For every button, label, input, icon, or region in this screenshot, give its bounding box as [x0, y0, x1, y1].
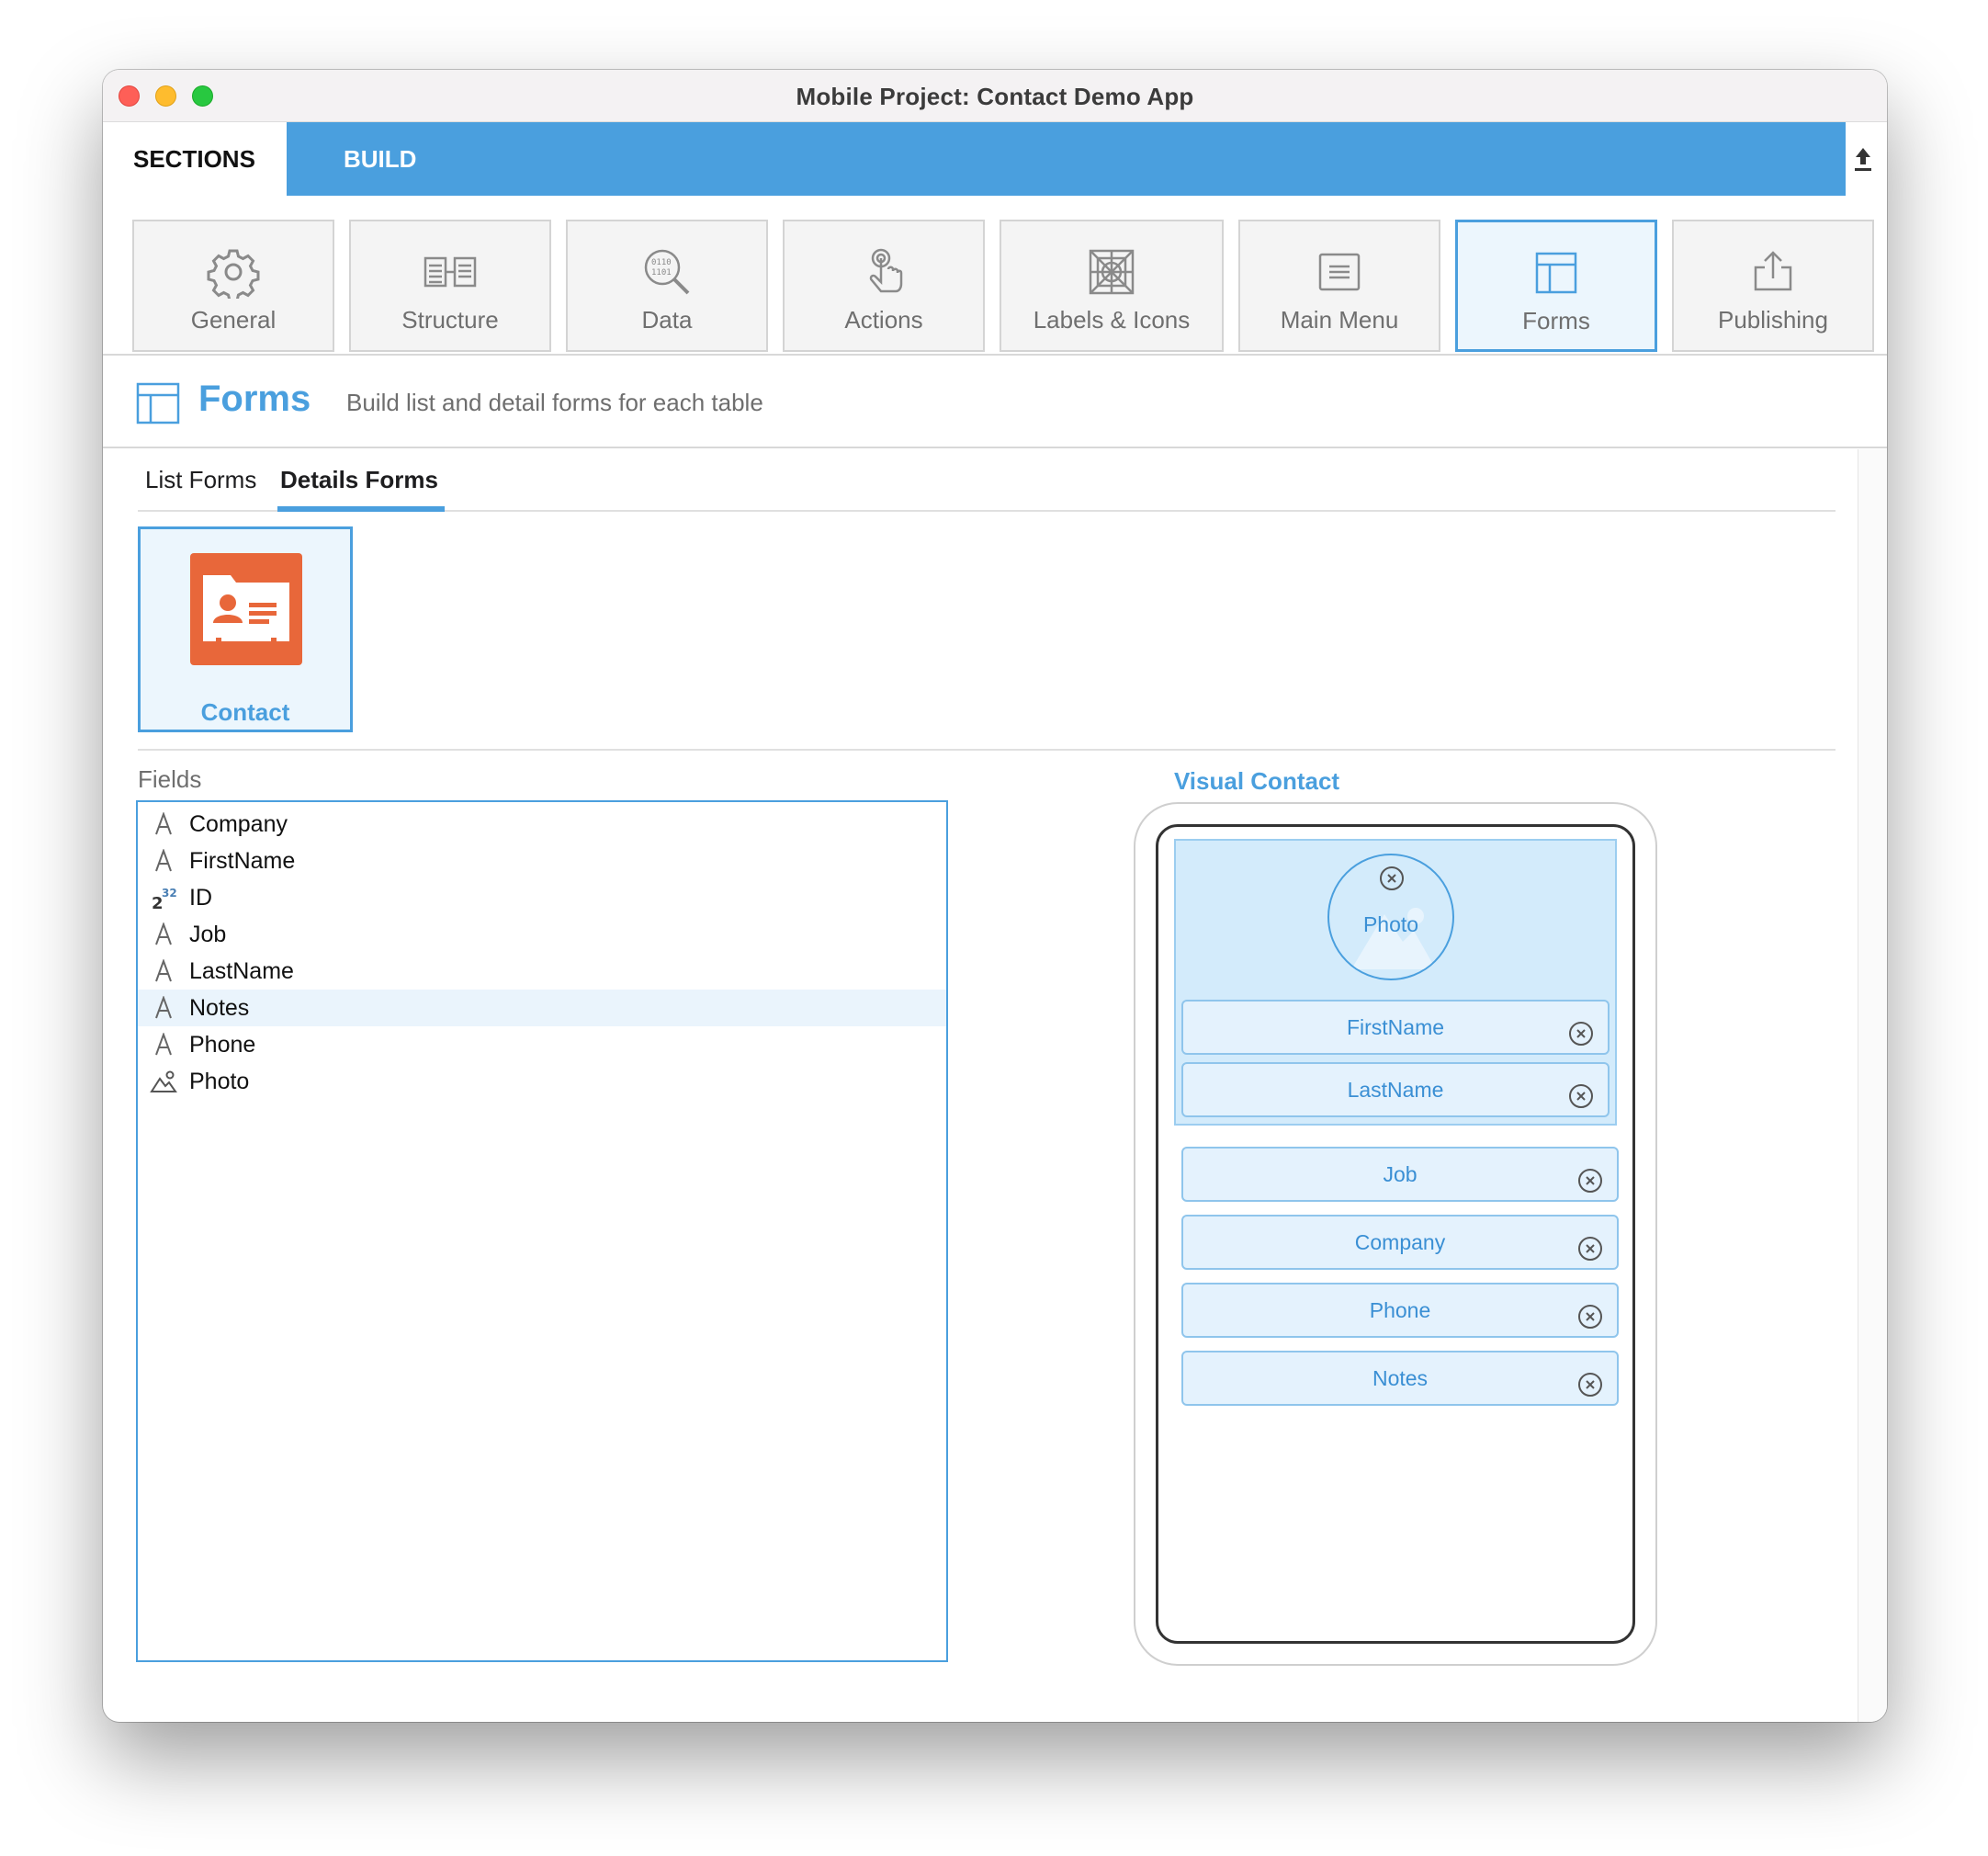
tab-details-forms[interactable]: Details Forms — [280, 466, 438, 494]
toolbar-label: General — [190, 306, 277, 334]
text-type-icon — [138, 1026, 189, 1063]
form-field-company[interactable]: Company — [1181, 1215, 1619, 1270]
vertical-scrollbar[interactable] — [1858, 449, 1887, 1722]
field-item-company[interactable]: Company — [138, 806, 946, 843]
publish-icon — [1674, 245, 1872, 299]
field-item-job[interactable]: Job — [138, 916, 946, 953]
visual-preview-title: Visual Contact — [1173, 767, 1340, 795]
toolbar: General Structure 0110 1101 Data Actions… — [103, 196, 1887, 356]
field-item-notes[interactable]: Notes — [138, 990, 946, 1026]
tab-list-forms[interactable]: List Forms — [145, 466, 256, 494]
text-type-icon — [138, 843, 189, 879]
forms-icon — [136, 381, 180, 430]
form-type-tabs: List Forms Details Forms — [138, 449, 1836, 512]
toolbar-general-button[interactable]: General — [132, 220, 334, 352]
field-item-firstname[interactable]: FirstName — [138, 843, 946, 879]
page-header: Forms Build list and detail forms for ea… — [103, 356, 1887, 448]
field-item-id[interactable]: 2 32 ID — [138, 879, 946, 916]
field-item-lastname[interactable]: LastName — [138, 953, 946, 990]
field-name: Phone — [189, 1031, 256, 1058]
menu-icon — [1240, 245, 1439, 299]
data-icon: 0110 1101 — [568, 245, 766, 299]
touch-icon — [785, 245, 983, 299]
toolbar-label: Publishing — [1718, 306, 1828, 334]
divider — [138, 749, 1836, 751]
field-name: Notes — [189, 994, 250, 1021]
page-subtitle: Build list and detail forms for each tab… — [346, 389, 763, 416]
app-window: Mobile Project: Contact Demo App SECTION… — [103, 70, 1887, 1722]
title-bar: Mobile Project: Contact Demo App — [103, 70, 1887, 122]
labels-icons-icon — [1001, 245, 1222, 299]
remove-field-icon[interactable] — [1567, 1077, 1595, 1108]
remove-photo-icon[interactable] — [1378, 865, 1406, 897]
image-type-icon — [138, 1063, 189, 1100]
text-type-icon — [138, 953, 189, 990]
toolbar-actions-button[interactable]: Actions — [783, 220, 985, 352]
forms-icon — [1458, 246, 1655, 300]
remove-field-icon[interactable] — [1576, 1365, 1604, 1397]
svg-text:32: 32 — [162, 887, 177, 900]
toolbar-forms-button[interactable]: Forms — [1455, 220, 1657, 352]
form-field-job[interactable]: Job — [1181, 1147, 1619, 1202]
toolbar-structure-button[interactable]: Structure — [349, 220, 551, 352]
form-field-phone[interactable]: Phone — [1181, 1283, 1619, 1338]
tab-sections[interactable]: SECTIONS — [103, 122, 287, 196]
desktop: Mobile Project: Contact Demo App SECTION… — [0, 0, 1988, 1856]
contact-card-icon — [190, 553, 302, 665]
field-name: LastName — [189, 957, 294, 984]
form-field-notes[interactable]: Notes — [1181, 1351, 1619, 1406]
toolbar-publishing-button[interactable]: Publishing — [1672, 220, 1874, 352]
toolbar-label: Structure — [401, 306, 499, 334]
form-field-label: Notes — [1372, 1366, 1429, 1390]
fields-heading: Fields — [138, 765, 202, 793]
photo-placeholder[interactable]: Photo — [1327, 854, 1454, 980]
toolbar-labels-icons-button[interactable]: Labels & Icons — [1000, 220, 1224, 352]
field-name: ID — [189, 884, 212, 911]
upload-icon[interactable] — [1850, 144, 1876, 174]
form-field-label: FirstName — [1346, 1015, 1445, 1039]
tab-build[interactable]: BUILD — [287, 122, 1846, 196]
number-type-icon: 2 32 — [138, 879, 189, 916]
toolbar-data-button[interactable]: 0110 1101 Data — [566, 220, 768, 352]
toolbar-label: Forms — [1522, 307, 1590, 334]
text-type-icon — [138, 990, 189, 1026]
field-item-phone[interactable]: Phone — [138, 1026, 946, 1063]
form-field-lastname[interactable]: LastName — [1181, 1062, 1610, 1117]
field-name: Company — [189, 810, 288, 837]
svg-text:0110: 0110 — [651, 258, 672, 267]
form-field-label: Phone — [1369, 1298, 1431, 1322]
field-name: FirstName — [189, 847, 296, 874]
structure-icon — [351, 245, 549, 299]
toolbar-label: Labels & Icons — [1033, 306, 1191, 334]
table-tile-label: Contact — [200, 698, 290, 726]
table-tile-contact[interactable]: Contact — [138, 526, 353, 732]
field-item-photo[interactable]: Photo — [138, 1063, 946, 1100]
field-name: Job — [189, 921, 227, 947]
remove-field-icon[interactable] — [1567, 1014, 1595, 1046]
svg-text:1101: 1101 — [651, 268, 672, 277]
toolbar-main-menu-button[interactable]: Main Menu — [1238, 220, 1440, 352]
gear-icon — [134, 245, 333, 299]
text-type-icon — [138, 806, 189, 843]
text-type-icon — [138, 916, 189, 953]
remove-field-icon[interactable] — [1576, 1297, 1604, 1329]
remove-field-icon[interactable] — [1576, 1229, 1604, 1261]
toolbar-label: Data — [641, 306, 693, 334]
form-field-label: Job — [1383, 1162, 1418, 1186]
toolbar-label: Actions — [844, 306, 923, 334]
active-tab-indicator — [277, 506, 445, 512]
form-field-label: Company — [1354, 1230, 1446, 1254]
section-bar: SECTIONS BUILD — [103, 122, 1887, 196]
page-title: Forms — [198, 379, 311, 419]
fields-list[interactable]: Company FirstName 2 32 ID Job LastName N… — [136, 800, 948, 1662]
form-field-firstname[interactable]: FirstName — [1181, 1000, 1610, 1055]
window-title: Mobile Project: Contact Demo App — [796, 83, 1194, 110]
remove-field-icon[interactable] — [1576, 1161, 1604, 1193]
toolbar-label: Main Menu — [1280, 306, 1399, 334]
photo-label: Photo — [1362, 912, 1419, 936]
field-name: Photo — [189, 1068, 250, 1094]
form-field-label: LastName — [1347, 1078, 1444, 1102]
